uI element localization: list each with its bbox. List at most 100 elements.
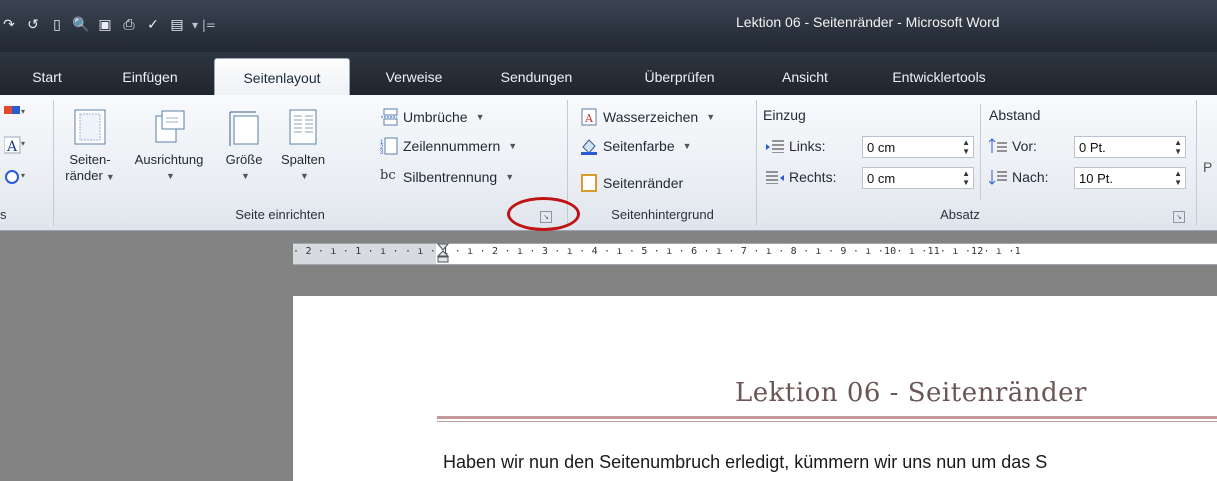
tab-start[interactable]: Start <box>22 58 72 95</box>
page-color-icon <box>581 139 597 155</box>
group-label-seite-einrichten: Seite einrichten <box>235 207 325 222</box>
abstand-nach-value: 10 Pt. <box>1079 170 1113 186</box>
seitenfarbe-label: Seitenfarbe <box>603 138 675 154</box>
silbentrennung-button[interactable]: bc Silbentrennung ▼ <box>380 166 514 188</box>
undo-icon[interactable]: ↺ <box>24 16 42 34</box>
abstand-heading: Abstand <box>989 107 1041 123</box>
abstand-nach-spinner[interactable]: 10 Pt. ▲ ▼ <box>1074 167 1186 189</box>
page-borders-icon <box>581 174 597 192</box>
zeilennummern-label: Zeilennummern <box>403 138 501 154</box>
einzug-heading: Einzug <box>763 107 806 123</box>
wasserzeichen-label: Wasserzeichen <box>603 109 699 125</box>
document-body-text[interactable]: Haben wir nun den Seitenumbruch erledigt… <box>443 452 1047 473</box>
redo-icon[interactable]: ↷ <box>0 16 18 34</box>
tab-entwicklertools[interactable]: Entwicklertools <box>874 58 1004 95</box>
line-numbers-icon: 123 <box>380 137 398 155</box>
seitenraender-border-button[interactable]: Seitenränder <box>580 172 683 194</box>
indent-marker-icon[interactable] <box>437 243 449 263</box>
watermark-icon: A <box>581 108 597 126</box>
einzug-links-label: Links: <box>766 135 826 157</box>
orientation-icon <box>155 110 185 143</box>
spalten-button[interactable]: Spalten ▼ <box>275 108 331 184</box>
einzug-rechts-spinner[interactable]: 0 cm ▲ ▼ <box>862 167 974 189</box>
abstand-vor-spinner[interactable]: 0 Pt. ▲ ▼ <box>1074 136 1186 158</box>
format-icon[interactable]: ▤ <box>168 16 186 34</box>
spinner-arrows-icon[interactable]: ▲ ▼ <box>1174 138 1182 156</box>
svg-text:▾: ▾ <box>21 107 25 116</box>
theme-effects-icon[interactable]: ▾ <box>4 168 26 188</box>
abstand-vor-label: Vor: <box>989 135 1037 157</box>
columns-icon <box>289 109 317 145</box>
svg-text:▾: ▾ <box>21 139 25 148</box>
groesse-button[interactable]: Größe ▼ <box>218 108 270 184</box>
new-document-icon[interactable]: ▯ <box>48 16 66 34</box>
annotation-circle <box>507 197 580 231</box>
field-separator <box>980 104 981 200</box>
heading-rule-thin <box>437 421 1217 422</box>
tab-einfuegen[interactable]: Einfügen <box>110 58 190 95</box>
tab-verweise[interactable]: Verweise <box>374 58 454 95</box>
spinner-arrows-icon[interactable]: ▲ ▼ <box>962 169 970 187</box>
chevron-down-icon: ▼ <box>166 171 175 181</box>
ruler-ticks: · 2 · ı · 1 · ı · · ı · 1 · ı · 2 · ı · … <box>293 246 1021 257</box>
group-separator <box>1196 100 1197 226</box>
partial-next-group: P <box>1203 159 1213 175</box>
seitenraender-label-2: ränder ▼ <box>65 168 115 183</box>
horizontal-ruler[interactable]: · 2 · ı · 1 · ı · · ı · 1 · ı · 2 · ı · … <box>293 243 1217 265</box>
theme-fonts-icon[interactable]: A ▾ <box>3 136 26 156</box>
group-label-designs: s <box>0 207 7 222</box>
seitenraender-label-1: Seiten- <box>69 152 111 167</box>
group-label-absatz: Absatz <box>940 207 980 222</box>
print-preview-icon[interactable]: 🔍 <box>72 16 90 34</box>
chevron-down-icon: ▼ <box>300 171 309 181</box>
umbrueche-label: Umbrüche <box>403 109 468 125</box>
zeilennummern-button[interactable]: 123 Zeilennummern ▼ <box>380 135 517 157</box>
tab-ueberpruefen[interactable]: Überprüfen <box>627 58 732 95</box>
print-icon[interactable]: ⎙ <box>120 16 138 34</box>
chevron-down-icon: ▼ <box>241 171 250 181</box>
seitenfarbe-button[interactable]: Seitenfarbe ▼ <box>580 135 692 157</box>
umbrueche-button[interactable]: Umbrüche ▼ <box>380 106 485 128</box>
silbentrennung-label: Silbentrennung <box>403 169 498 185</box>
einzug-rechts-label: Rechts: <box>766 166 836 188</box>
customize-qat-icon[interactable]: ▾ |= <box>192 18 216 32</box>
spinner-arrows-icon[interactable]: ▲ ▼ <box>962 138 970 156</box>
einzug-links-spinner[interactable]: 0 cm ▲ ▼ <box>862 136 974 158</box>
abstand-vor-value: 0 Pt. <box>1079 139 1106 155</box>
svg-text:A: A <box>584 112 594 125</box>
svg-text:▾: ▾ <box>21 171 25 180</box>
group-separator <box>756 100 757 226</box>
quick-print-icon[interactable]: ▣ <box>96 16 114 34</box>
group-label-seitenhintergrund: Seitenhintergrund <box>611 207 714 222</box>
tab-seitenlayout[interactable]: Seitenlayout <box>214 58 350 96</box>
wasserzeichen-button[interactable]: A Wasserzeichen ▼ <box>580 106 715 128</box>
absatz-dialog-launcher[interactable]: ↘ <box>1173 211 1185 223</box>
indent-left-icon <box>766 140 784 153</box>
ausrichtung-label: Ausrichtung <box>134 152 204 167</box>
einzug-rechts-value: 0 cm <box>867 170 896 186</box>
breaks-icon <box>381 108 398 126</box>
heading-rule <box>437 416 1217 419</box>
theme-colors-icon[interactable]: ▾ <box>4 104 26 124</box>
page-size-icon <box>229 111 259 146</box>
svg-text:3: 3 <box>380 150 384 155</box>
ausrichtung-button[interactable]: Ausrichtung ▼ <box>128 108 210 184</box>
spalten-label: Spalten <box>280 152 326 167</box>
spelling-icon[interactable]: ✓ <box>144 16 162 34</box>
quick-access-toolbar: ↷ ↺ ▯ 🔍 ▣ ⎙ ✓ ▤ ▾ |= <box>0 12 216 38</box>
spacing-before-icon <box>989 138 1007 153</box>
group-separator <box>53 100 54 226</box>
seitenraender-border-label: Seitenränder <box>603 175 684 191</box>
spinner-arrows-icon[interactable]: ▲ ▼ <box>1174 169 1182 187</box>
indent-right-icon <box>766 171 784 184</box>
spacing-after-icon <box>989 170 1007 185</box>
tab-ansicht[interactable]: Ansicht <box>770 58 840 95</box>
document-heading[interactable]: Lektion 06 - Seitenränder <box>735 378 1087 408</box>
window-title: Lektion 06 - Seitenränder - Microsoft Wo… <box>736 14 1000 30</box>
seitenraender-button[interactable]: Seiten- ränder ▼ <box>62 108 118 185</box>
tab-sendungen[interactable]: Sendungen <box>489 58 584 95</box>
title-bar: ↷ ↺ ▯ 🔍 ▣ ⎙ ✓ ▤ ▾ |= Lektion 06 - Seiten… <box>0 0 1217 52</box>
groesse-label: Größe <box>225 152 263 167</box>
svg-text:A: A <box>6 139 18 155</box>
hyphenation-icon: bc <box>380 168 396 183</box>
